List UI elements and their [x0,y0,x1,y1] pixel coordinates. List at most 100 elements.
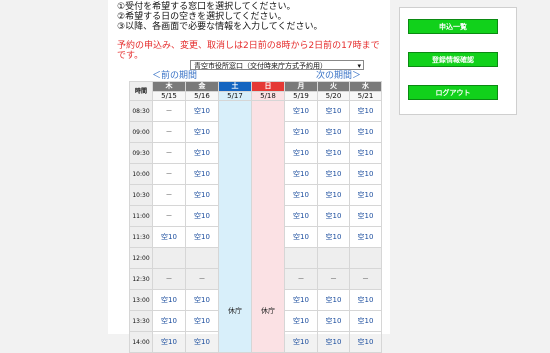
date-header-thu: 5/15 [152,91,186,101]
instruction-1: ①受付を希望する窓口を選択してください。 [117,2,296,12]
available-slot[interactable]: 空10 [284,331,318,353]
available-slot[interactable]: 空10 [317,310,350,332]
day-header-wed: 水 [349,81,382,92]
lunch-cell [317,247,350,269]
time-column-header: 時間 [129,81,153,101]
prev-period-link[interactable]: ＜前の期間 [152,71,197,81]
availability-calendar: 時間 木 金 土 日 月 火 水 5/15 5/16 5/17 5/18 5/1… [129,81,382,353]
available-slot[interactable]: 空10 [349,184,382,206]
available-slot[interactable]: 空10 [185,289,219,311]
date-header-tue: 5/20 [317,91,350,101]
available-slot[interactable]: 空10 [317,121,350,143]
lunch-cell: － [349,268,382,290]
available-slot[interactable]: 空10 [284,121,318,143]
available-slot[interactable]: 空10 [317,331,350,353]
logout-button[interactable]: ログアウト [408,85,498,100]
date-header-mon: 5/19 [284,91,318,101]
available-slot[interactable]: 空10 [349,331,382,353]
next-period-link[interactable]: 次の期間＞ [316,71,361,81]
available-slot[interactable]: 空10 [349,163,382,185]
available-slot[interactable]: 空10 [349,310,382,332]
available-slot[interactable]: 空10 [317,142,350,164]
available-slot[interactable]: 空10 [317,184,350,206]
available-slot[interactable]: 空10 [152,289,186,311]
day-header-sun: 日 [251,81,285,92]
available-slot[interactable]: 空10 [284,310,318,332]
lunch-cell: － [317,268,350,290]
date-header-sun: 5/18 [251,91,285,101]
closed-cell-sat: 休庁 [218,100,252,353]
available-slot[interactable]: 空10 [185,331,219,353]
instruction-3: ③以降、各画面で必要な情報を入力してください。 [117,22,323,32]
closed-cell-sun: 休庁 [251,100,285,353]
unavailable-cell: － [152,100,186,122]
window-select-value: 青空市役所窓口（交付時来庁方式予約用） [194,62,327,70]
available-slot[interactable]: 空10 [317,289,350,311]
application-list-button[interactable]: 申込一覧 [408,19,498,34]
lunch-cell [185,247,219,269]
available-slot[interactable]: 空10 [284,205,318,227]
available-slot[interactable]: 空10 [284,163,318,185]
time-slot-label: 10:00 [129,163,153,185]
time-slot-label: 11:30 [129,226,153,248]
unavailable-cell: － [152,142,186,164]
time-slot-label: 13:00 [129,289,153,311]
available-slot[interactable]: 空10 [349,226,382,248]
available-slot[interactable]: 空10 [152,226,186,248]
date-header-wed: 5/21 [349,91,382,101]
registration-info-button[interactable]: 登録情報確認 [408,52,498,67]
time-slot-label: 09:00 [129,121,153,143]
time-slot-label: 12:30 [129,268,153,290]
lunch-cell: － [284,268,318,290]
chevron-down-icon: ▾ [357,62,361,70]
time-slot-label: 10:30 [129,184,153,206]
available-slot[interactable]: 空10 [317,100,350,122]
available-slot[interactable]: 空10 [284,289,318,311]
available-slot[interactable]: 空10 [349,205,382,227]
available-slot[interactable]: 空10 [349,121,382,143]
lunch-cell: － [152,268,186,290]
reservation-notice: 予約の申込み、変更、取消しは2日前の8時から2日前の17時までです。 [117,41,380,61]
available-slot[interactable]: 空10 [185,163,219,185]
instruction-2: ②希望する日の空きを選択してください。 [117,12,287,22]
time-slot-label: 08:30 [129,100,153,122]
available-slot[interactable]: 空10 [284,100,318,122]
available-slot[interactable]: 空10 [185,226,219,248]
lunch-cell [284,247,318,269]
available-slot[interactable]: 空10 [317,226,350,248]
time-slot-label: 12:00 [129,247,153,269]
available-slot[interactable]: 空10 [317,205,350,227]
available-slot[interactable]: 空10 [152,331,186,353]
lunch-cell [349,247,382,269]
available-slot[interactable]: 空10 [349,289,382,311]
available-slot[interactable]: 空10 [185,121,219,143]
table-row: 08:30 －空10 休庁 休庁 空10 空10 空10 [129,100,382,353]
available-slot[interactable]: 空10 [185,142,219,164]
available-slot[interactable]: 空10 [317,163,350,185]
lunch-cell: － [185,268,219,290]
day-header-tue: 火 [317,81,350,92]
available-slot[interactable]: 空10 [349,142,382,164]
day-header-sat: 土 [218,81,252,92]
day-header-thu: 木 [152,81,186,92]
unavailable-cell: － [152,163,186,185]
time-slot-label: 11:00 [129,205,153,227]
day-header-mon: 月 [284,81,318,92]
available-slot[interactable]: 空10 [284,142,318,164]
day-header-fri: 金 [185,81,219,92]
available-slot[interactable]: 空10 [185,205,219,227]
window-select[interactable]: 青空市役所窓口（交付時来庁方式予約用） ▾ [190,60,364,70]
unavailable-cell: － [152,205,186,227]
time-slot-label: 09:30 [129,142,153,164]
available-slot[interactable]: 空10 [185,100,219,122]
unavailable-cell: － [152,184,186,206]
available-slot[interactable]: 空10 [284,226,318,248]
available-slot[interactable]: 空10 [349,100,382,122]
date-header-sat: 5/17 [218,91,252,101]
lunch-cell [152,247,186,269]
available-slot[interactable]: 空10 [185,184,219,206]
available-slot[interactable]: 空10 [185,310,219,332]
available-slot[interactable]: 空10 [152,310,186,332]
available-slot[interactable]: 空10 [284,184,318,206]
unavailable-cell: － [152,121,186,143]
